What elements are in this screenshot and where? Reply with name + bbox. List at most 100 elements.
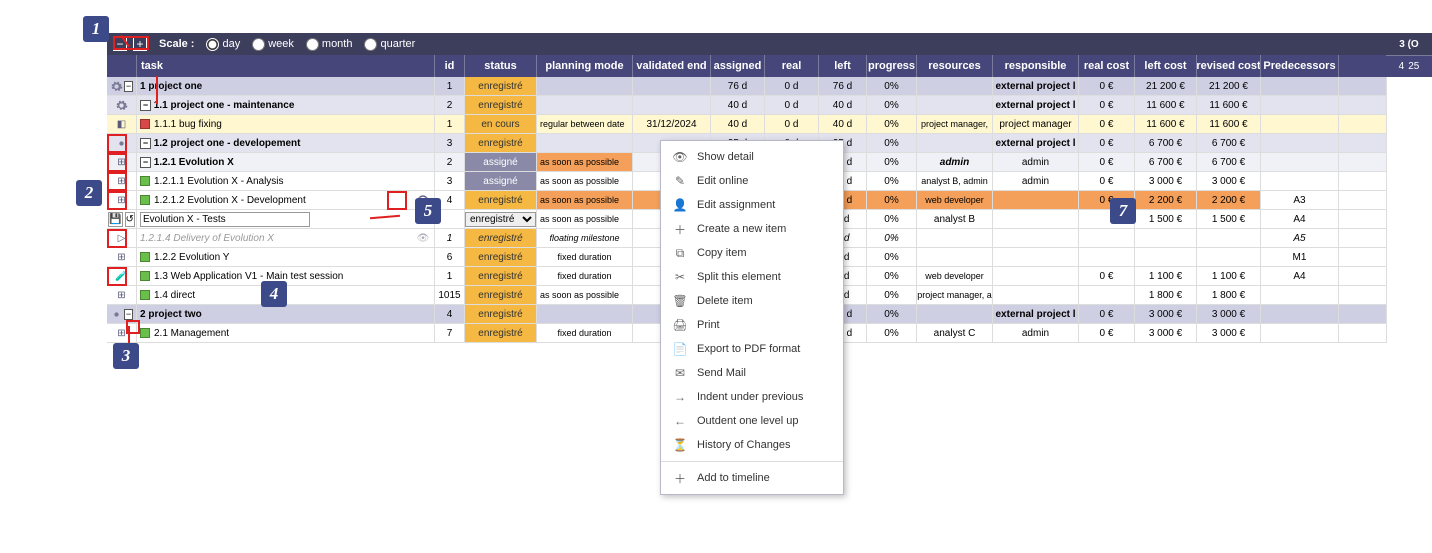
scale-label: Scale :: [159, 38, 194, 50]
tree-icon[interactable]: ⊞: [114, 249, 130, 265]
test-icon[interactable]: 🧪: [114, 268, 130, 284]
task-name: 2.1 Management: [154, 328, 229, 339]
header-planning-mode[interactable]: planning mode: [537, 55, 633, 77]
cell-pred: [1261, 324, 1339, 342]
menu-label: Delete item: [697, 295, 753, 307]
task-name: 1.2.1.1 Evolution X - Analysis: [154, 176, 284, 187]
cell-prog: 0%: [867, 96, 917, 114]
menu-copy[interactable]: ⧉Copy item: [661, 241, 843, 265]
cell-rcost: [1079, 229, 1135, 247]
cell-resp: [993, 286, 1079, 304]
table-row[interactable]: ◧ 1.1.1 bug fixing 1 en cours regular be…: [107, 115, 1387, 134]
milestone-icon[interactable]: ▷: [114, 230, 130, 246]
header-predecessors[interactable]: Predecessors: [1261, 55, 1339, 77]
tree-icon[interactable]: ⊞: [114, 192, 130, 208]
task-name-input[interactable]: [140, 212, 310, 227]
header-revised-cost[interactable]: revised cost: [1197, 55, 1261, 77]
task-name: 1.2.1 Evolution X: [154, 157, 234, 168]
save-button[interactable]: 💾: [108, 212, 122, 227]
cell-gantt: [1339, 115, 1387, 133]
cell-res: [917, 229, 993, 247]
header-real[interactable]: real: [765, 55, 819, 77]
gear-icon[interactable]: [110, 80, 123, 93]
menu-delete[interactable]: 🗑Delete item: [661, 289, 843, 313]
cell-res: analyst B, admin: [917, 172, 993, 190]
cell-rcost: 0 €: [1079, 267, 1135, 285]
gear-icon[interactable]: [115, 99, 128, 112]
cell-revcost: 3 000 €: [1197, 172, 1261, 190]
arrow-3: [128, 326, 130, 344]
cell-resp: external project l: [993, 134, 1079, 152]
menu-split[interactable]: ✂Split this element: [661, 265, 843, 289]
scale-month[interactable]: month: [306, 38, 353, 51]
table-row[interactable]: − 1 project one 1 enregistré 76 d 0 d 76…: [107, 77, 1387, 96]
menu-send-mail[interactable]: ✉Send Mail: [661, 361, 843, 385]
menu-outdent[interactable]: ←Outdent one level up: [661, 409, 843, 433]
cell-resp: project manager: [993, 115, 1079, 133]
menu-print[interactable]: 🖨Print: [661, 313, 843, 337]
cell-prog: 0%: [867, 172, 917, 190]
cell-prog: 0%: [867, 134, 917, 152]
menu-label: Add to timeline: [697, 472, 770, 484]
menu-label: Send Mail: [697, 367, 746, 379]
menu-show-detail[interactable]: 👁Show detail: [661, 145, 843, 169]
collapse-icon[interactable]: −: [140, 138, 151, 149]
cell-pred: [1261, 96, 1339, 114]
status-badge: enregistré: [465, 286, 536, 304]
table-row[interactable]: − 1.1 project one - maintenance 2 enregi…: [107, 96, 1387, 115]
gear-icon[interactable]: [115, 137, 128, 150]
header-validated-end[interactable]: validated end: [633, 55, 711, 77]
callout-2: 2: [76, 180, 102, 206]
cell-gantt: [1339, 172, 1387, 190]
menu-label: Show detail: [697, 151, 754, 163]
menu-edit-online[interactable]: ✎Edit online: [661, 169, 843, 193]
menu-indent[interactable]: →Indent under previous: [661, 385, 843, 409]
gear-icon[interactable]: [110, 308, 123, 321]
cell-id: 1015: [435, 286, 465, 304]
status-select[interactable]: enregistré: [465, 212, 536, 227]
scale-quarter[interactable]: quarter: [364, 38, 415, 51]
tree-icon[interactable]: ⊞: [114, 287, 130, 303]
cell-id: 1: [435, 77, 465, 95]
cell-assigned: 76 d: [711, 77, 765, 95]
header-resources[interactable]: resources: [917, 55, 993, 77]
scale-day[interactable]: day: [206, 38, 240, 51]
header-status[interactable]: status: [465, 55, 537, 77]
collapse-icon[interactable]: −: [140, 100, 151, 111]
tree-icon[interactable]: ⊞: [114, 173, 130, 189]
cell-mode: [537, 305, 633, 323]
header-real-cost[interactable]: real cost: [1079, 55, 1135, 77]
cell-lcost: [1135, 248, 1197, 266]
menu-export-pdf[interactable]: 📄Export to PDF format: [661, 337, 843, 361]
cell-id: 6: [435, 248, 465, 266]
menu-create-new[interactable]: ＋Create a new item: [661, 217, 843, 241]
status-badge: enregistré: [465, 324, 536, 342]
cell-lcost: 1 500 €: [1135, 210, 1197, 228]
header-left-cost[interactable]: left cost: [1135, 55, 1197, 77]
header-id[interactable]: id: [435, 55, 465, 77]
header-assigned[interactable]: assigned: [711, 55, 765, 77]
header-task[interactable]: task: [137, 55, 435, 77]
tree-icon[interactable]: ⊞: [114, 154, 130, 170]
header-left[interactable]: left: [819, 55, 867, 77]
cell-prog: 0%: [867, 191, 917, 209]
undo-button[interactable]: ↺: [125, 212, 135, 227]
collapse-icon[interactable]: −: [124, 81, 133, 92]
header-progress[interactable]: progress: [867, 55, 917, 77]
user-icon: 👤: [673, 198, 687, 212]
cell-left: 40 d: [819, 96, 867, 114]
expand-all-button[interactable]: +: [133, 37, 147, 51]
header-responsible[interactable]: responsible: [993, 55, 1079, 77]
history-icon: ⏳: [673, 438, 687, 452]
menu-label: Split this element: [697, 271, 781, 283]
menu-edit-assignment[interactable]: 👤Edit assignment: [661, 193, 843, 217]
scale-week[interactable]: week: [252, 38, 294, 51]
menu-add-timeline[interactable]: ＋Add to timeline: [661, 466, 843, 490]
cell-vend: 31/12/2024: [633, 115, 711, 133]
activity-icon[interactable]: ◧: [114, 116, 130, 132]
task-name: 1.4 direct: [154, 290, 195, 301]
collapse-icon[interactable]: −: [124, 309, 133, 320]
menu-history[interactable]: ⏳History of Changes: [661, 433, 843, 457]
collapse-icon[interactable]: −: [140, 157, 151, 168]
hidden-icon[interactable]: 👁: [415, 230, 431, 246]
